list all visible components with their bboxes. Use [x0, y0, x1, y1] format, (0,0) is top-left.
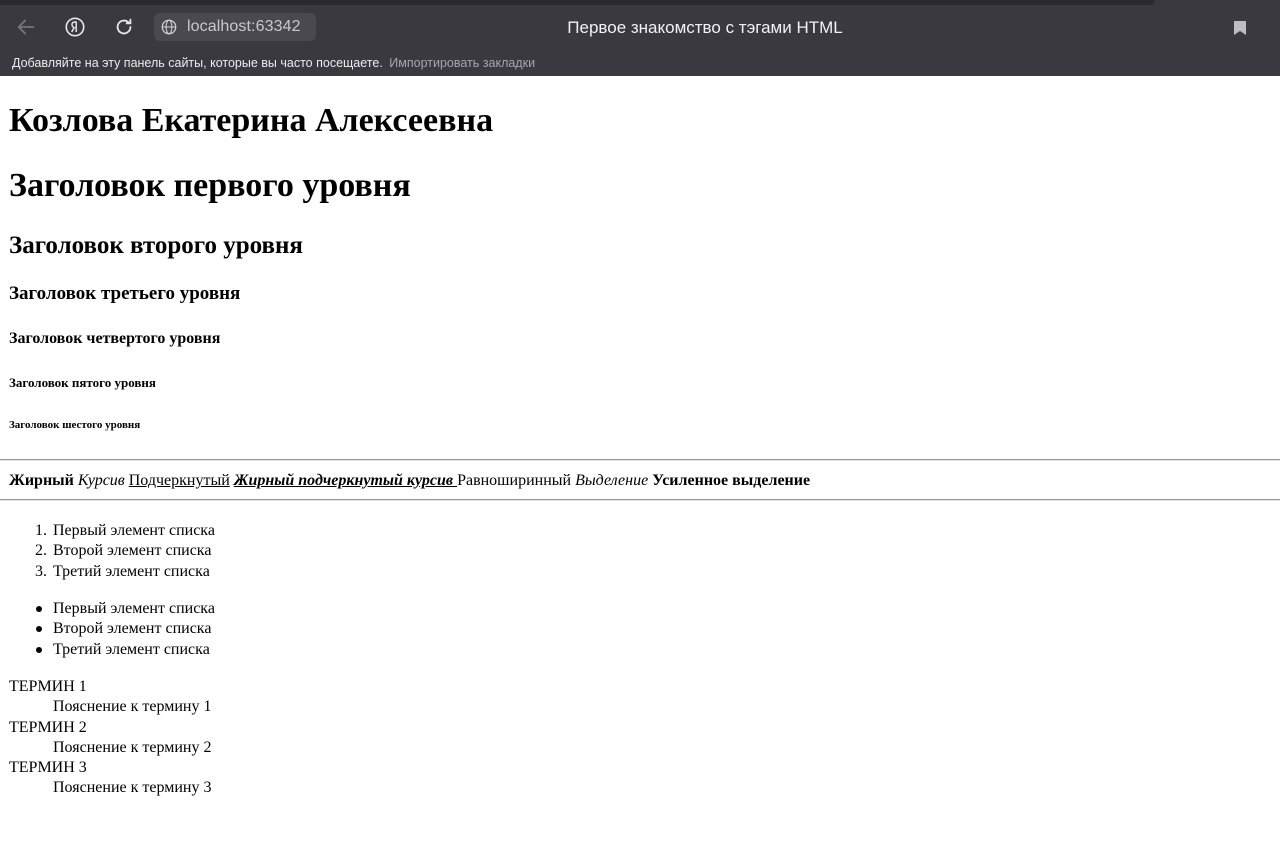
heading-level-4: Заголовок четвертого уровня	[9, 330, 221, 347]
definition-description: Пояснение к термину 2	[53, 738, 212, 756]
definition-term: ТЕРМИН 1	[9, 678, 87, 695]
heading-level-3: Заголовок третьего уровня	[9, 283, 241, 304]
list-item-text: Второй элемент списка	[53, 542, 212, 560]
monospace-text: Равноширинный	[457, 472, 572, 489]
bookmarks-hint: Добавляйте на эту панель сайты, которые …	[12, 56, 383, 70]
definition-term: ТЕРМИН 2	[9, 718, 87, 736]
import-bookmarks-link[interactable]: Импортировать закладки	[389, 56, 535, 70]
definition-term: ТЕРМИН 3	[9, 759, 87, 777]
list-number: 2.	[35, 542, 47, 560]
emphasis-text: Выделение	[575, 472, 649, 489]
definition-description: Пояснение к термину 3	[53, 779, 212, 797]
bold-text: Жирный	[9, 472, 74, 489]
definition-list: ТЕРМИН 1 Пояснение к термину 1 ТЕРМИН 2 …	[9, 677, 211, 799]
browser-toolbar: localhost:63342 Первое знакомство с тэга…	[0, 0, 1280, 52]
heading-level-6: Заголовок шестого уровня	[9, 419, 141, 431]
bold-underline-italic-text: Жирный подчеркнутый курсив	[233, 472, 458, 489]
heading-level-2: Заголовок второго уровня	[9, 232, 303, 259]
list-item-text: Первый элемент списка	[53, 600, 215, 617]
bullet-icon	[36, 646, 42, 653]
list-number: 1.	[35, 522, 47, 539]
author-heading: Козлова Екатерина Алексеевна	[9, 102, 494, 139]
bookmark-icon[interactable]	[1233, 20, 1247, 36]
list-item-text: Третий элемент списка	[53, 640, 210, 658]
heading-level-5: Заголовок пятого уровня	[9, 375, 156, 390]
page-title: Первое знакомство с тэгами HTML	[567, 18, 843, 37]
list-item-text: Первый элемент списка	[53, 522, 215, 539]
list-item-text: Второй элемент списка	[53, 620, 212, 638]
underlined-text: Подчеркнутый	[128, 472, 230, 489]
bookmarks-bar: Добавляйте на эту панель сайты, которые …	[0, 52, 1280, 76]
text-styles-line: Жирный Курсив Подчеркнутый Жирный подчер…	[9, 472, 810, 490]
definition-description: Пояснение к термину 1	[53, 698, 212, 716]
heading-level-1: Заголовок первого уровня	[9, 167, 411, 204]
italic-text: Курсив	[77, 472, 125, 489]
strong-text: Усиленное выделение	[652, 472, 811, 489]
list-number: 3.	[35, 562, 47, 580]
bullet-icon	[36, 626, 42, 633]
list-item-text: Третий элемент списка	[53, 562, 210, 580]
horizontal-rule	[0, 499, 1280, 501]
horizontal-rule	[0, 459, 1280, 461]
bullet-icon	[36, 606, 42, 612]
